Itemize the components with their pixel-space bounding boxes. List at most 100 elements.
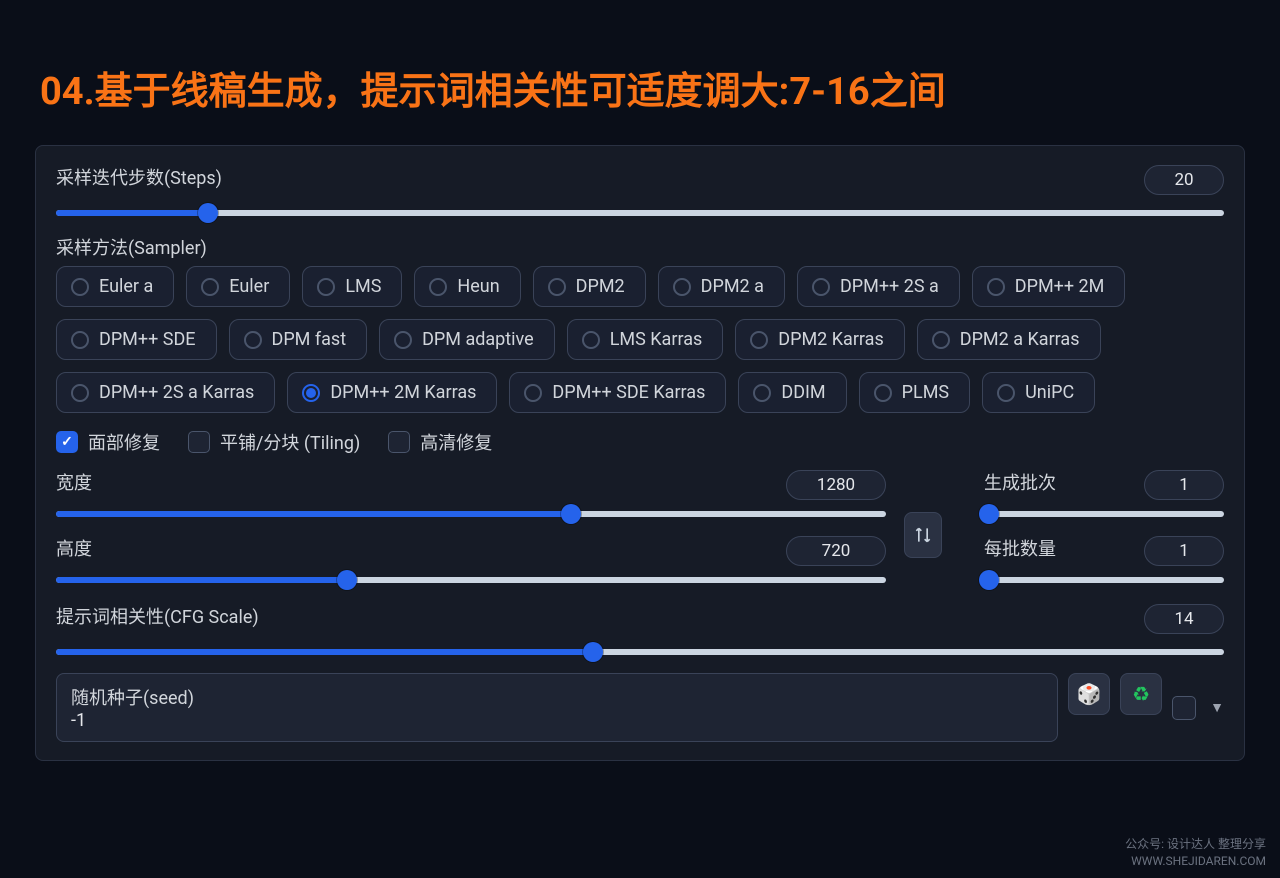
height-value[interactable]: 720 (786, 536, 886, 566)
sampler-option-label: UniPC (1025, 382, 1074, 403)
randomize-seed-button[interactable]: 🎲 (1068, 673, 1110, 715)
sampler-option[interactable]: DPM2 a (658, 266, 785, 307)
radio-icon (812, 278, 830, 296)
seed-input[interactable]: 随机种子(seed) -1 (56, 673, 1058, 742)
swap-icon (913, 525, 933, 545)
radio-icon (750, 331, 768, 349)
sampler-option[interactable]: PLMS (859, 372, 970, 413)
sampler-option[interactable]: DPM2 (533, 266, 646, 307)
height-slider[interactable] (56, 573, 886, 587)
sampler-option[interactable]: Heun (414, 266, 520, 307)
hires-checkbox[interactable] (388, 431, 410, 453)
width-label: 宽度 (56, 469, 92, 495)
cfg-label: 提示词相关性(CFG Scale) (56, 603, 259, 629)
radio-icon (302, 384, 320, 402)
sampler-option[interactable]: LMS (302, 266, 402, 307)
sampler-option-label: Heun (457, 276, 499, 297)
batch-count-value[interactable]: 1 (1144, 470, 1224, 500)
radio-icon (673, 278, 691, 296)
batch-size-slider[interactable] (984, 573, 1224, 587)
sampler-option[interactable]: UniPC (982, 372, 1095, 413)
sampler-option-label: Euler (229, 276, 269, 297)
hires-label: 高清修复 (420, 429, 492, 455)
sampler-option[interactable]: DPM++ 2S a (797, 266, 960, 307)
tiling-checkbox[interactable] (188, 431, 210, 453)
recycle-icon: ♻ (1132, 682, 1150, 706)
sampler-option-label: LMS Karras (610, 329, 703, 350)
radio-icon (244, 331, 262, 349)
sampler-option[interactable]: DPM fast (229, 319, 368, 360)
sampler-option[interactable]: LMS Karras (567, 319, 724, 360)
sampler-option-label: DPM++ 2S a Karras (99, 382, 254, 403)
swap-dimensions-button[interactable] (904, 512, 942, 558)
radio-icon (582, 331, 600, 349)
sampler-option-label: DPM++ 2M (1015, 276, 1105, 297)
extra-seed-checkbox[interactable] (1172, 696, 1196, 720)
sampler-option-label: DPM++ SDE Karras (552, 382, 705, 403)
cfg-value[interactable]: 14 (1144, 604, 1224, 634)
steps-label: 采样迭代步数(Steps) (56, 164, 222, 190)
radio-icon (932, 331, 950, 349)
sampler-option[interactable]: DPM2 a Karras (917, 319, 1101, 360)
sampler-option-label: PLMS (902, 382, 949, 403)
width-value[interactable]: 1280 (786, 470, 886, 500)
settings-panel: 采样迭代步数(Steps) 20 采样方法(Sampler) Euler aEu… (35, 145, 1245, 761)
radio-icon (71, 331, 89, 349)
sampler-option-label: DDIM (781, 382, 825, 403)
sampler-option[interactable]: DPM++ 2S a Karras (56, 372, 275, 413)
seed-value: -1 (71, 710, 1043, 731)
sampler-option-label: DPM++ 2M Karras (330, 382, 476, 403)
sampler-option-label: DPM adaptive (422, 329, 534, 350)
sampler-option-label: DPM2 (576, 276, 625, 297)
reuse-seed-button[interactable]: ♻ (1120, 673, 1162, 715)
steps-slider[interactable] (56, 206, 1224, 220)
face-restore-checkbox[interactable]: ✓ (56, 431, 78, 453)
face-restore-label: 面部修复 (88, 429, 160, 455)
sampler-option-label: DPM fast (272, 329, 347, 350)
batch-size-value[interactable]: 1 (1144, 536, 1224, 566)
radio-icon (874, 384, 892, 402)
radio-icon (394, 331, 412, 349)
sampler-option-label: DPM2 Karras (778, 329, 883, 350)
sampler-option-label: DPM2 a Karras (960, 329, 1080, 350)
width-slider[interactable] (56, 507, 886, 521)
radio-icon (548, 278, 566, 296)
page-title: 04.基于线稿生成，提示词相关性可适度调大:7-16之间 (0, 0, 1280, 145)
sampler-option-label: LMS (345, 276, 381, 297)
radio-icon (429, 278, 447, 296)
cfg-slider[interactable] (56, 645, 1224, 659)
sampler-label: 采样方法(Sampler) (56, 234, 1224, 260)
batch-count-label: 生成批次 (984, 469, 1056, 495)
sampler-option[interactable]: DPM++ SDE (56, 319, 217, 360)
sampler-option[interactable]: DPM++ 2M (972, 266, 1126, 307)
height-label: 高度 (56, 535, 92, 561)
radio-icon (201, 278, 219, 296)
radio-icon (997, 384, 1015, 402)
sampler-option[interactable]: Euler (186, 266, 290, 307)
radio-icon (987, 278, 1005, 296)
sampler-option-label: Euler a (99, 276, 153, 297)
sampler-option[interactable]: DPM adaptive (379, 319, 555, 360)
tiling-label: 平铺/分块 (Tiling) (220, 429, 360, 455)
watermark: 公众号: 设计达人 整理分享 WWW.SHEJIDAREN.COM (1125, 836, 1266, 870)
dice-icon: 🎲 (1077, 682, 1102, 706)
radio-icon (71, 384, 89, 402)
sampler-option[interactable]: DPM++ 2M Karras (287, 372, 497, 413)
radio-icon (524, 384, 542, 402)
sampler-option[interactable]: DPM++ SDE Karras (509, 372, 726, 413)
radio-icon (71, 278, 89, 296)
sampler-option-label: DPM2 a (701, 276, 764, 297)
batch-size-label: 每批数量 (984, 535, 1056, 561)
sampler-option[interactable]: DPM2 Karras (735, 319, 904, 360)
radio-icon (753, 384, 771, 402)
sampler-group: Euler a Euler LMS Heun DPM2 DPM2 a DPM++ 2S a D… (56, 266, 1224, 413)
sampler-option-label: DPM++ SDE (99, 329, 196, 350)
batch-count-slider[interactable] (984, 507, 1224, 521)
seed-label: 随机种子(seed) (71, 684, 1043, 710)
sampler-option[interactable]: DDIM (738, 372, 846, 413)
expand-icon[interactable]: ▼ (1210, 699, 1224, 716)
radio-icon (317, 278, 335, 296)
sampler-option-label: DPM++ 2S a (840, 276, 939, 297)
sampler-option[interactable]: Euler a (56, 266, 174, 307)
steps-value[interactable]: 20 (1144, 165, 1224, 195)
